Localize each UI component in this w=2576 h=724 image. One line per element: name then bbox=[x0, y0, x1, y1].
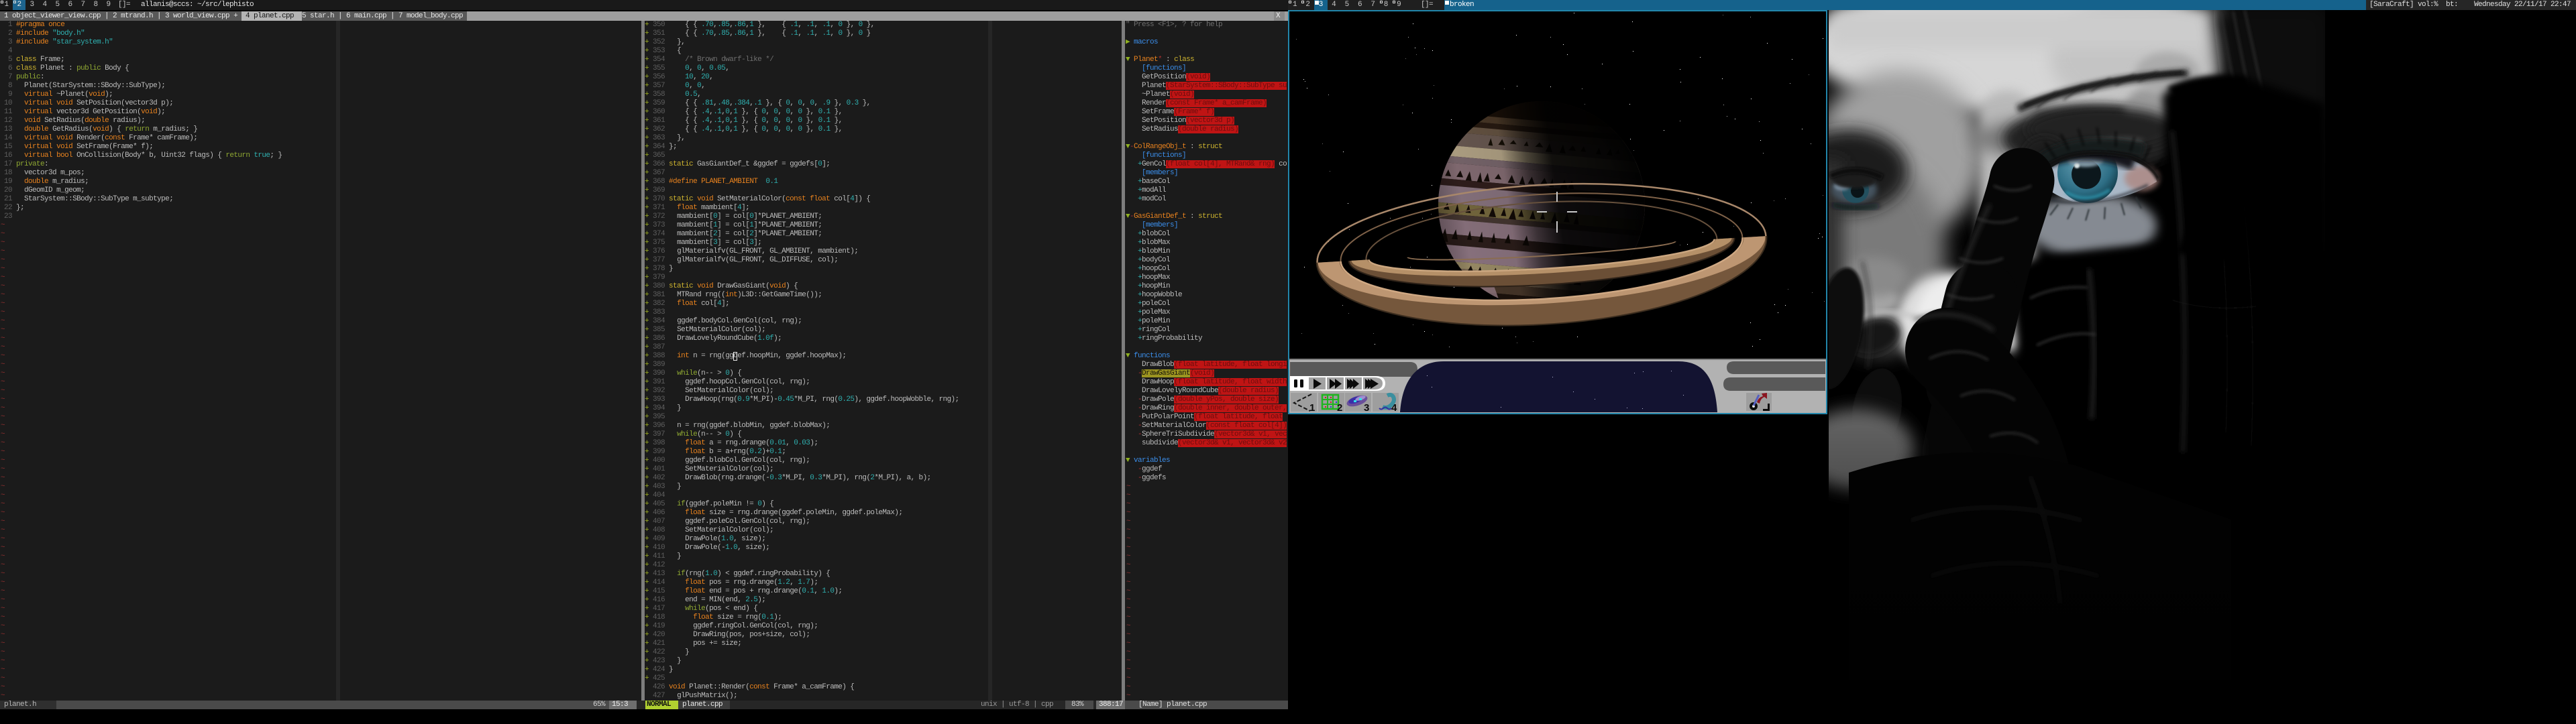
svg-text:4: 4 bbox=[1391, 402, 1397, 413]
svg-text:1: 1 bbox=[1309, 402, 1315, 413]
svg-text:3: 3 bbox=[1364, 402, 1369, 413]
svg-text:2: 2 bbox=[1337, 402, 1342, 413]
